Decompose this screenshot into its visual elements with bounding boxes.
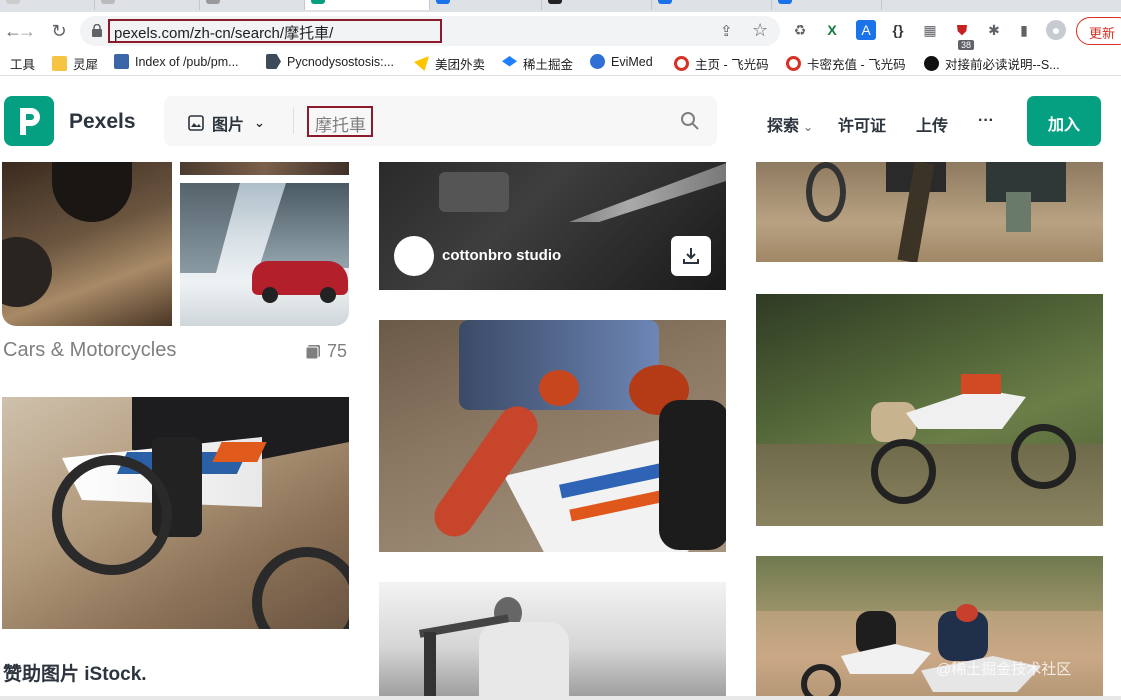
bookmark-label: 对接前必读说明--S... (945, 58, 1060, 72)
red-circle-icon (786, 56, 801, 71)
divider (293, 108, 294, 134)
bookmark-item[interactable]: 灵犀 (52, 54, 98, 73)
bookmark-item[interactable]: EviMed (590, 54, 653, 69)
profile-avatar-icon[interactable]: ● (1046, 20, 1066, 40)
search-input[interactable]: 摩托車 (315, 111, 366, 136)
bookmark-star-icon[interactable]: ☆ (752, 20, 768, 41)
nav-explore[interactable]: 探索 ⌄ (767, 112, 813, 136)
puzzle-icon[interactable]: ✱ (984, 20, 1004, 40)
collection-count-value: 75 (327, 341, 348, 361)
side-panel-icon[interactable]: ▮ (1014, 20, 1034, 40)
reload-icon[interactable]: ↻ (46, 18, 72, 44)
extension-badge: 38 (958, 40, 975, 50)
nav-license[interactable]: 许可证 (838, 112, 886, 136)
collection-image-car[interactable] (180, 183, 349, 326)
more-menu-button[interactable]: ··· (978, 112, 994, 130)
bookmark-label: EviMed (611, 54, 653, 69)
photo-dirtbike-riders[interactable] (756, 162, 1103, 262)
tab-strip (0, 0, 1121, 12)
site-header: Pexels 图片 ⌄ 摩托車 探索 ⌄ 许可证 上传 ··· 加入 (0, 80, 1121, 162)
update-button[interactable]: 更新 (1076, 17, 1121, 45)
recycle-extension-icon[interactable]: ♻ (790, 20, 810, 40)
image-icon (188, 115, 204, 131)
author-name[interactable]: cottonbro studio (442, 247, 561, 264)
bookmark-item[interactable]: 美团外卖 (414, 54, 485, 73)
pexels-logo-icon[interactable] (4, 96, 54, 146)
lock-icon (92, 24, 102, 37)
search-type-label: 图片 (212, 117, 245, 134)
browser-tab[interactable] (772, 0, 882, 10)
juejin-icon (502, 56, 517, 67)
collection-title[interactable]: Cars & Motorcycles (3, 339, 176, 362)
photo-grid: Cars & Motorcycles 75 赞助图片 iStock. cotto… (0, 162, 1121, 700)
bookmark-item[interactable]: 工具 (10, 54, 35, 73)
translate-extension-icon[interactable]: A (856, 20, 876, 40)
bookmark-item[interactable]: 卡密充值 - 飞光码 (786, 54, 906, 73)
red-circle-icon (674, 56, 689, 71)
browser-tab[interactable] (0, 0, 95, 10)
bookmark-item[interactable]: 稀土掘金 (502, 54, 573, 73)
browser-tab[interactable] (200, 0, 305, 10)
search-type-dropdown[interactable]: 图片 ⌄ (188, 111, 265, 135)
search-icon[interactable] (680, 111, 700, 131)
chevron-down-icon: ⌄ (803, 120, 814, 134)
browser-tab[interactable] (95, 0, 200, 10)
join-button[interactable]: 加入 (1027, 96, 1101, 146)
photo-forest-motocross[interactable] (756, 294, 1103, 526)
folder-icon (52, 56, 67, 71)
watermark-text: @稀土掘金技术社区 (936, 661, 1072, 678)
bookmark-item[interactable]: Index of /pub/pm... (114, 54, 239, 69)
author-avatar[interactable] (394, 236, 434, 276)
bookmark-label: 卡密充值 - 飞光码 (807, 58, 906, 72)
sponsor-heading: 赞助图片 iStock. (3, 664, 147, 685)
photo-dirtbike-jump[interactable] (2, 397, 349, 629)
collection-image-top[interactable] (180, 162, 349, 175)
tag-icon (266, 54, 281, 69)
collection-count: 75 (305, 341, 347, 362)
browser-tab[interactable] (652, 0, 772, 10)
url-text[interactable]: pexels.com/zh-cn/search/摩托車/ (114, 22, 333, 43)
bookmark-item[interactable]: 对接前必读说明--S... (924, 54, 1060, 73)
photo-author-bar: cottonbro studio (379, 218, 726, 290)
chevron-down-icon: ⌄ (254, 115, 265, 130)
json-extension-icon[interactable]: {} (888, 20, 908, 40)
photo-bw-rider[interactable] (379, 582, 726, 700)
page-icon (114, 54, 129, 69)
bookmark-item[interactable]: 主页 - 飞光码 (674, 54, 769, 73)
forward-arrow-icon[interactable]: → (14, 18, 40, 44)
bookmark-item[interactable]: Pycnodysostosis:... (266, 54, 394, 69)
bookmarks-bar: 工具 灵犀 Index of /pub/pm... Pycnodysostosi… (0, 50, 1121, 76)
browser-tab[interactable] (430, 0, 542, 10)
brand-name[interactable]: Pexels (69, 110, 136, 134)
browser-tab-active[interactable] (305, 0, 430, 10)
bookmark-label: 工具 (10, 58, 36, 72)
download-icon (683, 248, 699, 264)
bookmark-label: 灵犀 (73, 58, 99, 72)
browser-toolbar: ← → ↻ pexels.com/zh-cn/search/摩托車/ ⇪ ☆ ♻… (0, 12, 1121, 50)
address-bar[interactable]: pexels.com/zh-cn/search/摩托車/ ⇪ ☆ (80, 16, 780, 46)
horizontal-scrollbar[interactable] (0, 696, 1121, 700)
bookmark-label: 主页 - 飞光码 (695, 58, 769, 72)
bookmark-label: 美团外卖 (435, 58, 486, 72)
black-circle-icon (924, 56, 939, 71)
excel-extension-icon[interactable]: X (822, 20, 842, 40)
browser-tab[interactable] (542, 0, 652, 10)
bookmark-label: 稀土掘金 (523, 58, 574, 72)
search-bar: 图片 ⌄ 摩托車 (164, 96, 717, 146)
photo-motorcycle-engine[interactable]: cottonbro studio (379, 162, 726, 290)
download-button[interactable] (671, 236, 711, 276)
yellow-flag-icon (414, 56, 429, 71)
share-icon[interactable]: ⇪ (720, 22, 738, 40)
nav-explore-label: 探索 (767, 118, 800, 135)
nav-upload[interactable]: 上传 (916, 112, 948, 136)
bookmark-label: Index of /pub/pm... (135, 54, 239, 69)
collection-image-motorcycle[interactable] (2, 162, 172, 326)
bookmark-label: Pycnodysostosis:... (287, 54, 394, 69)
evimed-icon (590, 54, 605, 69)
shield-extension-icon[interactable]: ⛊ (952, 20, 972, 40)
photo-orange-grip[interactable] (379, 320, 726, 552)
tab-extension-icon[interactable]: ▦ (920, 20, 940, 40)
photo-stack-icon (305, 344, 320, 359)
